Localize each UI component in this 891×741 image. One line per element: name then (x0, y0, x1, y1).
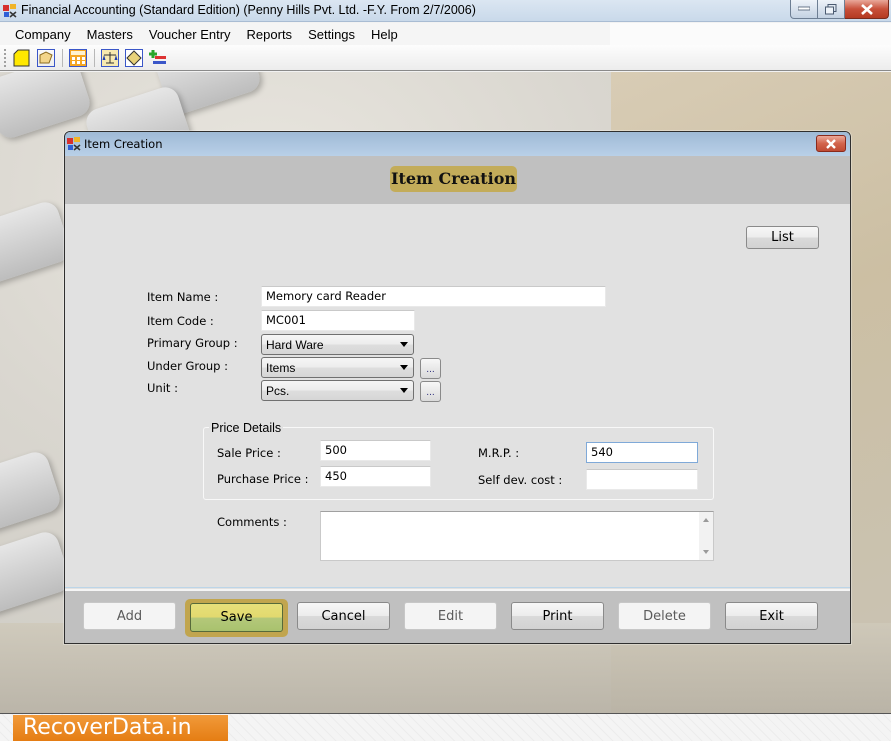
comments-textarea[interactable] (320, 511, 714, 561)
calculator-button[interactable] (68, 48, 88, 68)
item-name-input[interactable]: Memory card Reader (261, 286, 606, 307)
watermark-brand: RecoverData.in (13, 715, 228, 741)
mrp-label: M.R.P. : (478, 446, 520, 460)
minimize-icon (798, 6, 810, 11)
new-document-icon (13, 49, 30, 66)
open-folder-icon (37, 48, 55, 67)
dialog-titlebar: Item Creation (65, 132, 850, 156)
balance-scale-icon (101, 48, 119, 67)
primary-group-value: Hard Ware (266, 338, 324, 352)
menu-bar: Company Masters Voucher Entry Reports Se… (0, 23, 610, 45)
close-icon (826, 138, 836, 149)
dialog-close-button[interactable] (816, 135, 846, 152)
scroll-down-icon[interactable] (703, 550, 709, 554)
save-button-highlight: Save (185, 599, 288, 637)
edit-button[interactable]: Edit (404, 602, 497, 630)
toolbar-separator (94, 48, 95, 67)
new-button[interactable] (12, 48, 32, 68)
menu-voucher-entry[interactable]: Voucher Entry (141, 25, 239, 44)
dialog-title: Item Creation (84, 137, 163, 151)
under-group-browse-button[interactable]: ... (420, 358, 441, 379)
toolbar-separator (62, 48, 63, 67)
dialog-header: Item Creation (65, 156, 850, 204)
unit-browse-button[interactable]: ... (420, 381, 441, 402)
maximize-button[interactable] (818, 0, 845, 19)
background-decoration (0, 198, 74, 288)
primary-group-label: Primary Group : (147, 336, 238, 350)
menu-help[interactable]: Help (363, 25, 406, 44)
scroll-up-icon[interactable] (703, 518, 709, 522)
close-button[interactable] (845, 0, 889, 19)
background-decoration (0, 528, 74, 618)
item-name-label: Item Name : (147, 290, 219, 304)
under-group-value: Items (266, 361, 296, 375)
page-title: Item Creation (390, 166, 517, 192)
restore-icon (825, 3, 837, 14)
list-button[interactable]: List (746, 226, 819, 249)
self-dev-cost-input[interactable] (586, 469, 698, 490)
add-button[interactable]: Add (83, 602, 176, 630)
mrp-input[interactable]: 540 (586, 442, 698, 463)
print-button[interactable]: Print (511, 602, 604, 630)
menu-reports[interactable]: Reports (239, 25, 301, 44)
primary-group-select[interactable]: Hard Ware (261, 334, 414, 355)
unit-select[interactable]: Pcs. (261, 380, 414, 401)
unit-label: Unit : (147, 381, 178, 395)
exit-button[interactable]: Exit (725, 602, 818, 630)
close-icon (860, 3, 873, 15)
app-titlebar: Financial Accounting (Standard Edition) … (0, 0, 891, 22)
dialog-app-icon (66, 136, 82, 155)
chevron-down-icon (400, 388, 408, 393)
toolbar-grip[interactable] (4, 48, 7, 67)
ledger-icon (125, 48, 143, 67)
dialog-footer: Add Save Cancel Edit Print Delete Exit (65, 587, 850, 643)
toolbar (0, 45, 891, 71)
unit-value: Pcs. (266, 384, 290, 398)
menu-masters[interactable]: Masters (79, 25, 141, 44)
price-details-title: Price Details (209, 421, 284, 435)
under-group-label: Under Group : (147, 359, 229, 373)
comments-scrollbar[interactable] (699, 512, 713, 560)
add-entry-button[interactable] (148, 48, 168, 68)
item-form: List Item Name : Memory card Reader Item… (65, 204, 850, 589)
sale-price-label: Sale Price : (217, 446, 281, 460)
item-creation-dialog: Item Creation Item Creation List Item Na… (64, 131, 851, 644)
minimize-button[interactable] (790, 0, 818, 19)
menu-settings[interactable]: Settings (300, 25, 363, 44)
calculator-icon (69, 48, 87, 67)
menu-company[interactable]: Company (7, 25, 79, 44)
comments-label: Comments : (217, 515, 287, 529)
background-decoration (0, 448, 64, 538)
chevron-down-icon (400, 365, 408, 370)
sale-price-input[interactable]: 500 (320, 440, 431, 461)
delete-button[interactable]: Delete (618, 602, 711, 630)
trial-balance-button[interactable] (100, 48, 120, 68)
add-entry-icon (149, 49, 166, 64)
cancel-button[interactable]: Cancel (297, 602, 390, 630)
under-group-select[interactable]: Items (261, 357, 414, 378)
self-dev-cost-label: Self dev. cost : (478, 473, 563, 487)
purchase-price-label: Purchase Price : (217, 472, 309, 486)
ledger-button[interactable] (124, 48, 144, 68)
chevron-down-icon (400, 342, 408, 347)
save-button[interactable]: Save (190, 603, 283, 632)
open-button[interactable] (36, 48, 56, 68)
app-title: Financial Accounting (Standard Edition) … (21, 3, 476, 17)
app-logo-icon (2, 3, 18, 19)
menu-bar-filler (610, 23, 891, 45)
item-code-input[interactable]: MC001 (261, 310, 415, 331)
item-code-label: Item Code : (147, 314, 214, 328)
purchase-price-input[interactable]: 450 (320, 466, 431, 487)
